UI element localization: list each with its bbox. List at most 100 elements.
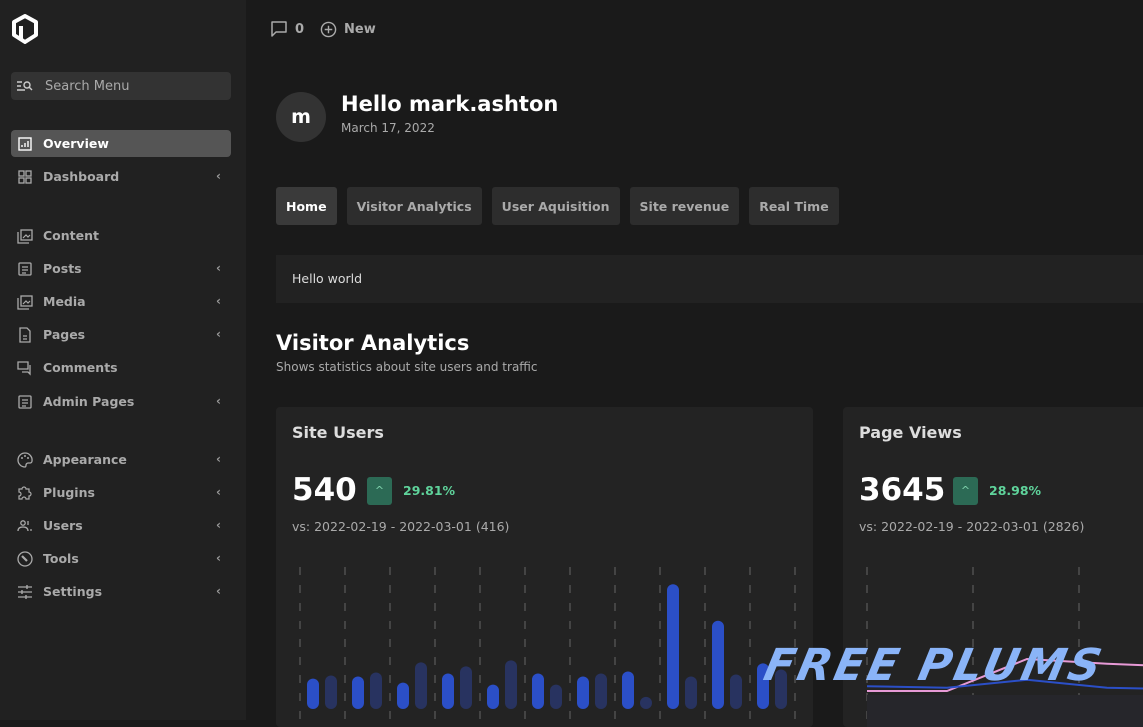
chart-icon <box>18 136 32 151</box>
sidebar-item-admin-pages[interactable]: Admin Pages ‹ <box>11 388 231 415</box>
sidebar-item-label: Media <box>43 294 86 309</box>
sidebar-item-overview[interactable]: Overview <box>11 130 231 157</box>
page-views-change: 28.98% <box>989 483 1042 498</box>
search-icon <box>17 81 33 91</box>
logo-icon[interactable] <box>10 14 40 44</box>
site-users-value: 540 <box>292 472 357 508</box>
grid-icon <box>18 169 32 184</box>
comments-icon <box>17 360 31 376</box>
sidebar-item-label: Pages <box>43 327 86 342</box>
current-bar[interactable] <box>352 676 364 709</box>
sidebar-item-pages[interactable]: Pages ‹ <box>11 321 231 348</box>
previous-bar[interactable] <box>505 660 517 709</box>
tab-site-revenue[interactable]: Site revenue <box>629 187 740 225</box>
image-stack-icon <box>17 294 33 310</box>
sidebar-item-label: Posts <box>43 261 82 276</box>
previous-bar[interactable] <box>730 674 742 709</box>
sidebar-item-label: Comments <box>43 360 118 375</box>
document-icon <box>18 394 32 409</box>
sliders-icon <box>18 584 32 599</box>
previous-bar[interactable] <box>460 666 472 709</box>
chevron-left-icon[interactable]: ‹ <box>216 485 221 499</box>
image-stack-icon <box>17 228 33 244</box>
current-bar[interactable] <box>307 678 319 709</box>
previous-bar[interactable] <box>325 675 337 709</box>
current-bar[interactable] <box>577 676 589 709</box>
chevron-left-icon[interactable]: ‹ <box>216 169 221 183</box>
current-date: March 17, 2022 <box>341 121 435 135</box>
chevron-left-icon[interactable]: ‹ <box>216 551 221 565</box>
sidebar-item-plugins[interactable]: Plugins ‹ <box>11 479 231 506</box>
sidebar-item-label: Settings <box>43 584 103 599</box>
users-icon <box>17 519 32 531</box>
previous-bar[interactable] <box>595 673 607 710</box>
avatar-initial: m <box>291 106 311 128</box>
section-subtitle: Shows statistics about site users and tr… <box>276 360 538 374</box>
sidebar-item-label: Plugins <box>43 485 95 500</box>
new-label: New <box>344 21 376 37</box>
current-bar[interactable] <box>622 671 634 709</box>
puzzle-icon <box>18 485 32 500</box>
sidebar-item-dashboard[interactable]: Dashboard ‹ <box>11 163 231 190</box>
current-bar[interactable] <box>397 682 409 709</box>
chevron-left-icon[interactable]: ‹ <box>216 327 221 341</box>
up-arrow-icon: ^ <box>367 477 392 505</box>
comment-icon[interactable] <box>270 20 288 38</box>
sidebar-item-comments[interactable]: Comments <box>11 354 231 381</box>
chevron-left-icon[interactable]: ‹ <box>216 294 221 308</box>
sidebar-item-label: Dashboard <box>43 169 120 184</box>
chevron-left-icon[interactable]: ‹ <box>216 261 221 275</box>
previous-bar[interactable] <box>550 684 562 709</box>
current-bar[interactable] <box>442 673 454 710</box>
document-icon <box>18 261 32 276</box>
tabs: Home Visitor Analytics User Aquisition S… <box>276 187 839 225</box>
sidebar-item-posts[interactable]: Posts ‹ <box>11 255 231 282</box>
notice-panel: Hello world <box>276 255 1143 303</box>
sidebar-item-content[interactable]: Content <box>11 222 231 249</box>
comments-count[interactable]: 0 <box>295 22 304 37</box>
current-bar[interactable] <box>532 673 544 710</box>
current-bar[interactable] <box>487 684 499 709</box>
sidebar-item-users[interactable]: Users ‹ <box>11 512 231 539</box>
sidebar-item-label: Users <box>43 518 83 533</box>
tab-home[interactable]: Home <box>276 187 337 225</box>
site-users-chart <box>299 567 796 727</box>
topbar: 0 New <box>270 20 376 38</box>
sidebar: Search Menu Overview Dashboard ‹ Content Pos… <box>0 0 246 720</box>
current-bar[interactable] <box>667 584 679 709</box>
watermark: FREE PLUMS <box>759 640 1109 691</box>
previous-bar[interactable] <box>415 662 427 709</box>
chevron-left-icon[interactable]: ‹ <box>216 584 221 598</box>
sidebar-item-tools[interactable]: Tools ‹ <box>11 545 231 572</box>
sidebar-item-media[interactable]: Media ‹ <box>11 288 231 315</box>
site-users-card: Site Users <box>276 407 813 727</box>
wrench-icon <box>17 550 33 567</box>
site-users-compare: vs: 2022-02-19 - 2022-03-01 (416) <box>292 519 510 534</box>
previous-bar[interactable] <box>640 696 652 709</box>
sidebar-item-label: Appearance <box>43 452 127 467</box>
tab-user-aquisition[interactable]: User Aquisition <box>491 187 620 225</box>
current-bar[interactable] <box>712 620 724 709</box>
sidebar-item-appearance[interactable]: Appearance ‹ <box>11 446 231 473</box>
greeting: Hello mark.ashton <box>341 92 559 116</box>
previous-bar[interactable] <box>685 676 697 709</box>
chevron-left-icon[interactable]: ‹ <box>216 518 221 532</box>
sidebar-item-label: Admin Pages <box>43 394 135 409</box>
sidebar-item-settings[interactable]: Settings ‹ <box>11 578 231 605</box>
new-button[interactable]: New <box>320 21 376 38</box>
sidebar-item-label: Tools <box>43 551 79 566</box>
tab-visitor-analytics[interactable]: Visitor Analytics <box>346 187 482 225</box>
section-title: Visitor Analytics <box>276 331 470 355</box>
file-icon <box>19 326 31 343</box>
area-fill <box>867 695 1143 727</box>
chevron-left-icon[interactable]: ‹ <box>216 452 221 466</box>
chevron-left-icon[interactable]: ‹ <box>216 394 221 408</box>
avatar[interactable]: m <box>276 92 326 142</box>
search-menu-input[interactable]: Search Menu <box>11 72 231 100</box>
previous-bar[interactable] <box>370 672 382 709</box>
tab-real-time[interactable]: Real Time <box>749 187 839 225</box>
search-placeholder: Search Menu <box>45 78 130 94</box>
palette-icon <box>17 451 33 468</box>
site-users-change: 29.81% <box>403 483 456 498</box>
plus-circle-icon <box>320 21 337 37</box>
